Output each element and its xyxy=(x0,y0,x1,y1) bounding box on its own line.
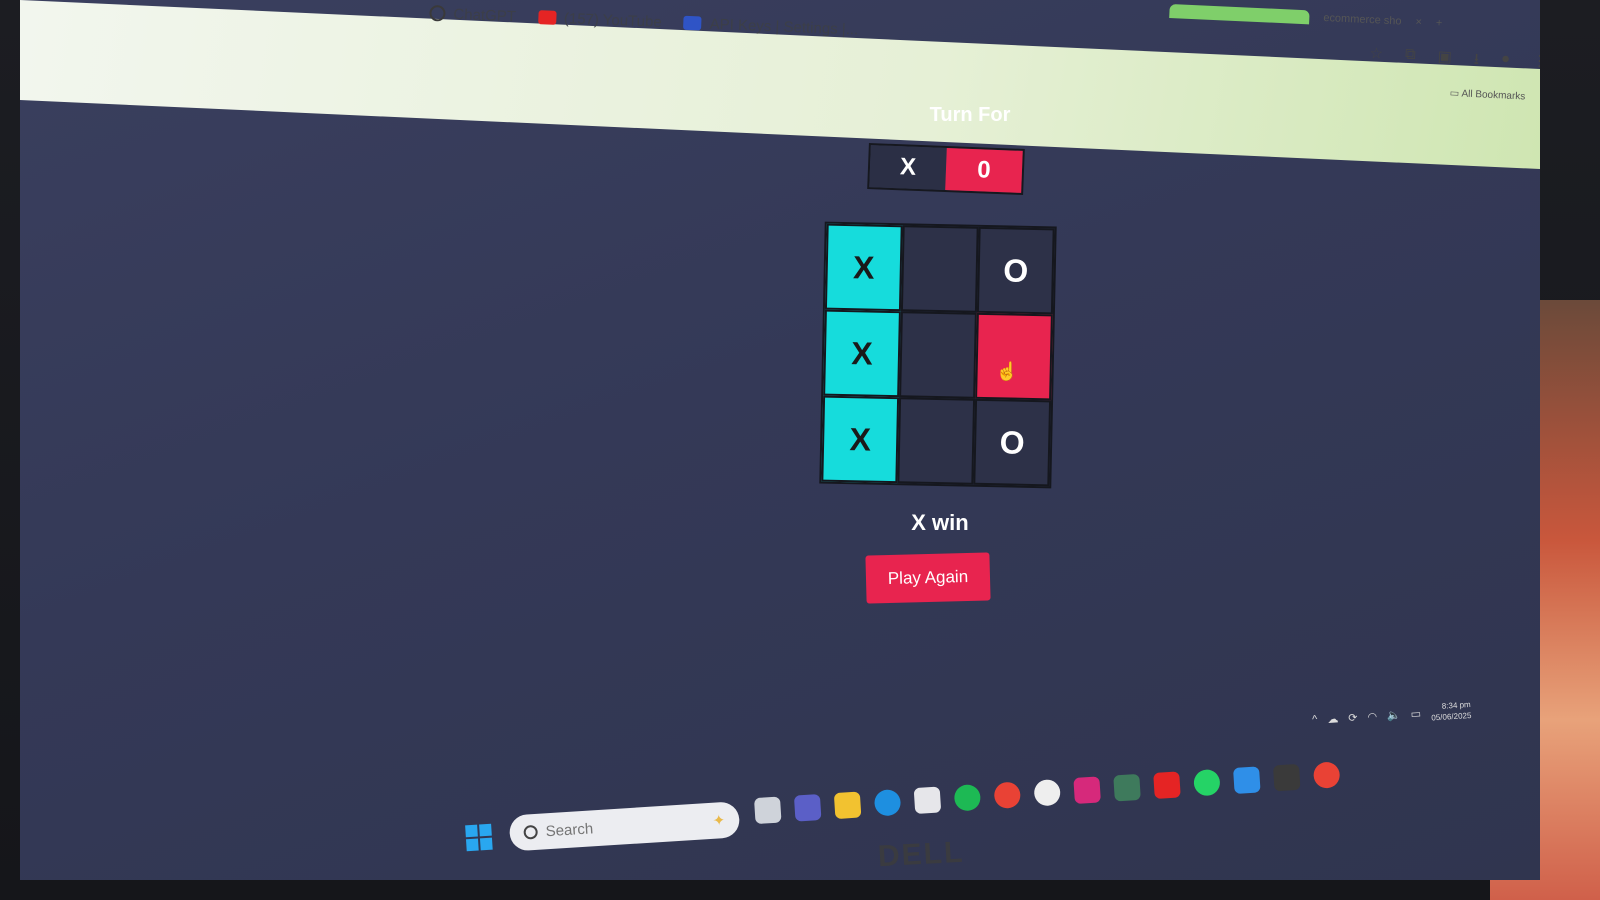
chevron-up-icon[interactable]: ^ xyxy=(1312,714,1318,726)
whatsapp-icon[interactable] xyxy=(1193,768,1221,797)
taskbar-search[interactable]: ✦ xyxy=(508,801,741,852)
file-explorer-icon[interactable] xyxy=(833,791,862,820)
board-cell[interactable] xyxy=(899,311,977,399)
wifi-icon[interactable]: ◠ xyxy=(1367,709,1377,723)
board-cell[interactable]: X xyxy=(821,395,900,484)
chrome-icon[interactable] xyxy=(993,781,1022,810)
task-view-icon[interactable] xyxy=(753,796,782,825)
windows-start-icon[interactable] xyxy=(465,823,493,852)
board-cell[interactable] xyxy=(900,225,979,313)
speaker-icon[interactable]: 🔈 xyxy=(1387,708,1401,722)
board-cell[interactable]: X xyxy=(823,309,901,398)
sync-icon[interactable]: ⟳ xyxy=(1348,711,1358,725)
board-cell[interactable]: X xyxy=(824,223,903,312)
board-cell[interactable]: O xyxy=(976,226,1055,315)
turn-x: X xyxy=(869,145,947,190)
game-result: X win xyxy=(911,510,969,535)
terminal-icon[interactable] xyxy=(1272,763,1301,792)
hand-cursor-icon: ☝ xyxy=(995,361,1019,382)
turn-title: Turn For xyxy=(929,104,1011,126)
chrome-profile-icon[interactable] xyxy=(1312,761,1341,789)
search-icon xyxy=(523,824,539,840)
dell-logo: DELL xyxy=(877,835,966,874)
laptop-screen: ChatGPT (157) YouTube API Keys | Setting… xyxy=(20,0,1540,880)
youtube-icon[interactable] xyxy=(1153,771,1181,799)
battery-icon[interactable]: ▭ xyxy=(1410,707,1421,721)
weather-icon[interactable]: ☁ xyxy=(1327,712,1339,726)
clock-date: 05/06/2025 xyxy=(1431,710,1472,723)
photos-icon[interactable] xyxy=(1113,773,1141,802)
turn-o: 0 xyxy=(945,148,1023,193)
copilot-sparkle-icon: ✦ xyxy=(712,811,726,830)
instagram-icon[interactable] xyxy=(1073,776,1101,804)
game-board: X O X ☝ X O xyxy=(819,221,1057,489)
clock[interactable]: 8:34 pm 05/06/2025 xyxy=(1430,699,1472,723)
board-cell[interactable]: ☝ xyxy=(975,312,1053,401)
board-cell[interactable] xyxy=(897,397,976,485)
spotify-icon[interactable] xyxy=(953,783,982,812)
play-again-button[interactable]: Play Again xyxy=(865,552,991,604)
system-tray: ^ ☁ ⟳ ◠ 🔈 ▭ 8:34 pm 05/06/2025 xyxy=(1311,699,1472,731)
search-input[interactable] xyxy=(545,814,686,840)
turn-indicator: X 0 xyxy=(867,143,1025,195)
openai-icon[interactable] xyxy=(1033,778,1062,807)
board-cell[interactable]: O xyxy=(973,398,1052,487)
teams-icon[interactable] xyxy=(793,793,822,822)
pinned-apps xyxy=(753,761,1341,825)
store-icon[interactable] xyxy=(913,786,942,815)
edge-icon[interactable] xyxy=(873,788,902,817)
vscode-icon[interactable] xyxy=(1233,766,1261,794)
